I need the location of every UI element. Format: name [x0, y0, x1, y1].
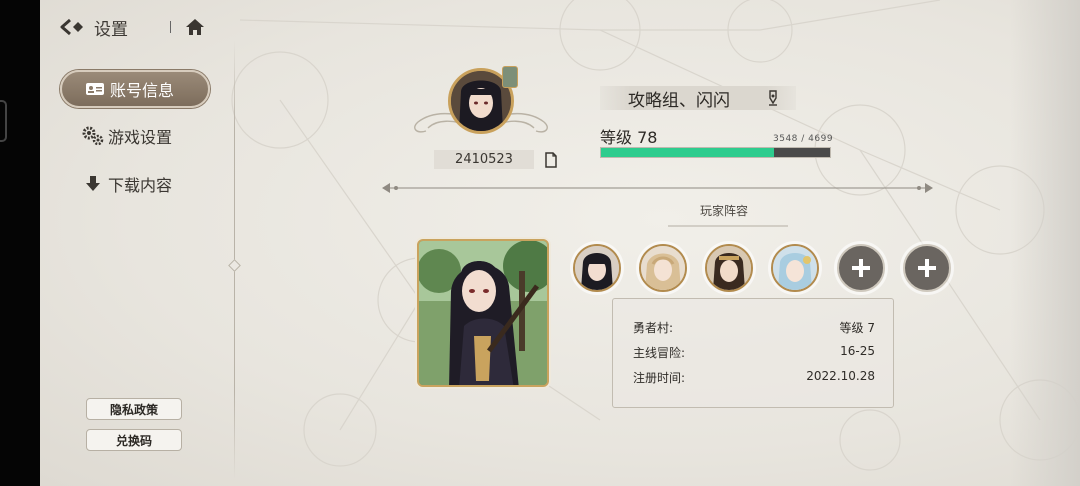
avatar-frame-badge [502, 66, 518, 88]
redeem-code-button[interactable]: 兑换码 [86, 429, 182, 451]
download-icon [82, 173, 104, 195]
topbar-divider [170, 21, 171, 33]
featured-character-card[interactable] [417, 239, 549, 387]
back-button[interactable] [58, 12, 88, 42]
heroine-portrait-icon [575, 246, 619, 290]
heroine-portrait-icon [707, 246, 751, 290]
nav-downloads[interactable]: 下载内容 [60, 164, 210, 204]
add-team-member-2[interactable] [903, 244, 951, 292]
exp-progress-bar [600, 147, 831, 158]
info-label: 主线冒险: [633, 346, 686, 360]
exp-progress-fill [601, 148, 774, 157]
player-uid: 2410523 [434, 150, 534, 169]
id-card-icon [84, 78, 106, 100]
player-level: 等级 78 [600, 128, 658, 147]
info-value: 16-25 [840, 344, 875, 358]
heroine-portrait-icon [641, 246, 685, 290]
lineup-title-underline [668, 225, 788, 227]
right-shade [1010, 0, 1080, 486]
info-row-village: 勇者村: 等级 7 [633, 319, 875, 336]
plus-icon [918, 259, 936, 277]
home-button[interactable] [181, 13, 209, 41]
top-bar: 设置 [58, 12, 209, 42]
copy-icon[interactable] [543, 152, 559, 168]
info-label: 注册时间: [633, 371, 686, 385]
device-notch [0, 100, 7, 142]
nav-game-settings[interactable]: 游戏设置 [60, 116, 210, 156]
gears-icon [82, 125, 104, 147]
info-row-main-quest: 主线冒险: 16-25 [633, 344, 875, 361]
nav-downloads-label: 下载内容 [108, 176, 173, 195]
plus-icon [852, 259, 870, 277]
player-info-panel: 勇者村: 等级 7 主线冒险: 16-25 注册时间: 2022.10.28 [612, 298, 894, 408]
team-member-1[interactable] [573, 244, 621, 292]
back-arrow-icon [60, 18, 83, 36]
nav-account-info[interactable]: 账号信息 [60, 70, 210, 108]
heroine-portrait-icon [773, 246, 817, 290]
info-value: 等级 7 [839, 321, 875, 335]
section-divider [382, 183, 933, 193]
device-bezel [0, 0, 40, 486]
home-icon [186, 19, 204, 35]
settings-screen: 设置 账号信息 游戏设置 下载内容 隐私政策 兑换码 2410523 攻略组、闪… [40, 0, 1080, 486]
edit-name-icon[interactable] [764, 89, 782, 107]
team-member-2[interactable] [639, 244, 687, 292]
exp-counter: 3548 / 4699 [773, 134, 834, 144]
nav-game-settings-label: 游戏设置 [108, 128, 173, 147]
player-avatar[interactable] [448, 66, 518, 134]
info-row-register-date: 注册时间: 2022.10.28 [633, 369, 875, 386]
nav-account-info-label: 账号信息 [110, 81, 175, 100]
lineup-title: 玩家阵容 [700, 204, 749, 218]
featured-character-art [419, 241, 547, 385]
divider-ornament [228, 259, 241, 272]
side-nav: 账号信息 游戏设置 下载内容 [60, 70, 210, 212]
info-label: 勇者村: [633, 321, 674, 335]
team-lineup [573, 244, 969, 292]
privacy-policy-button[interactable]: 隐私政策 [86, 398, 182, 420]
info-value: 2022.10.28 [806, 369, 875, 383]
add-team-member-1[interactable] [837, 244, 885, 292]
team-member-4[interactable] [771, 244, 819, 292]
page-title: 设置 [94, 19, 128, 40]
team-member-3[interactable] [705, 244, 753, 292]
